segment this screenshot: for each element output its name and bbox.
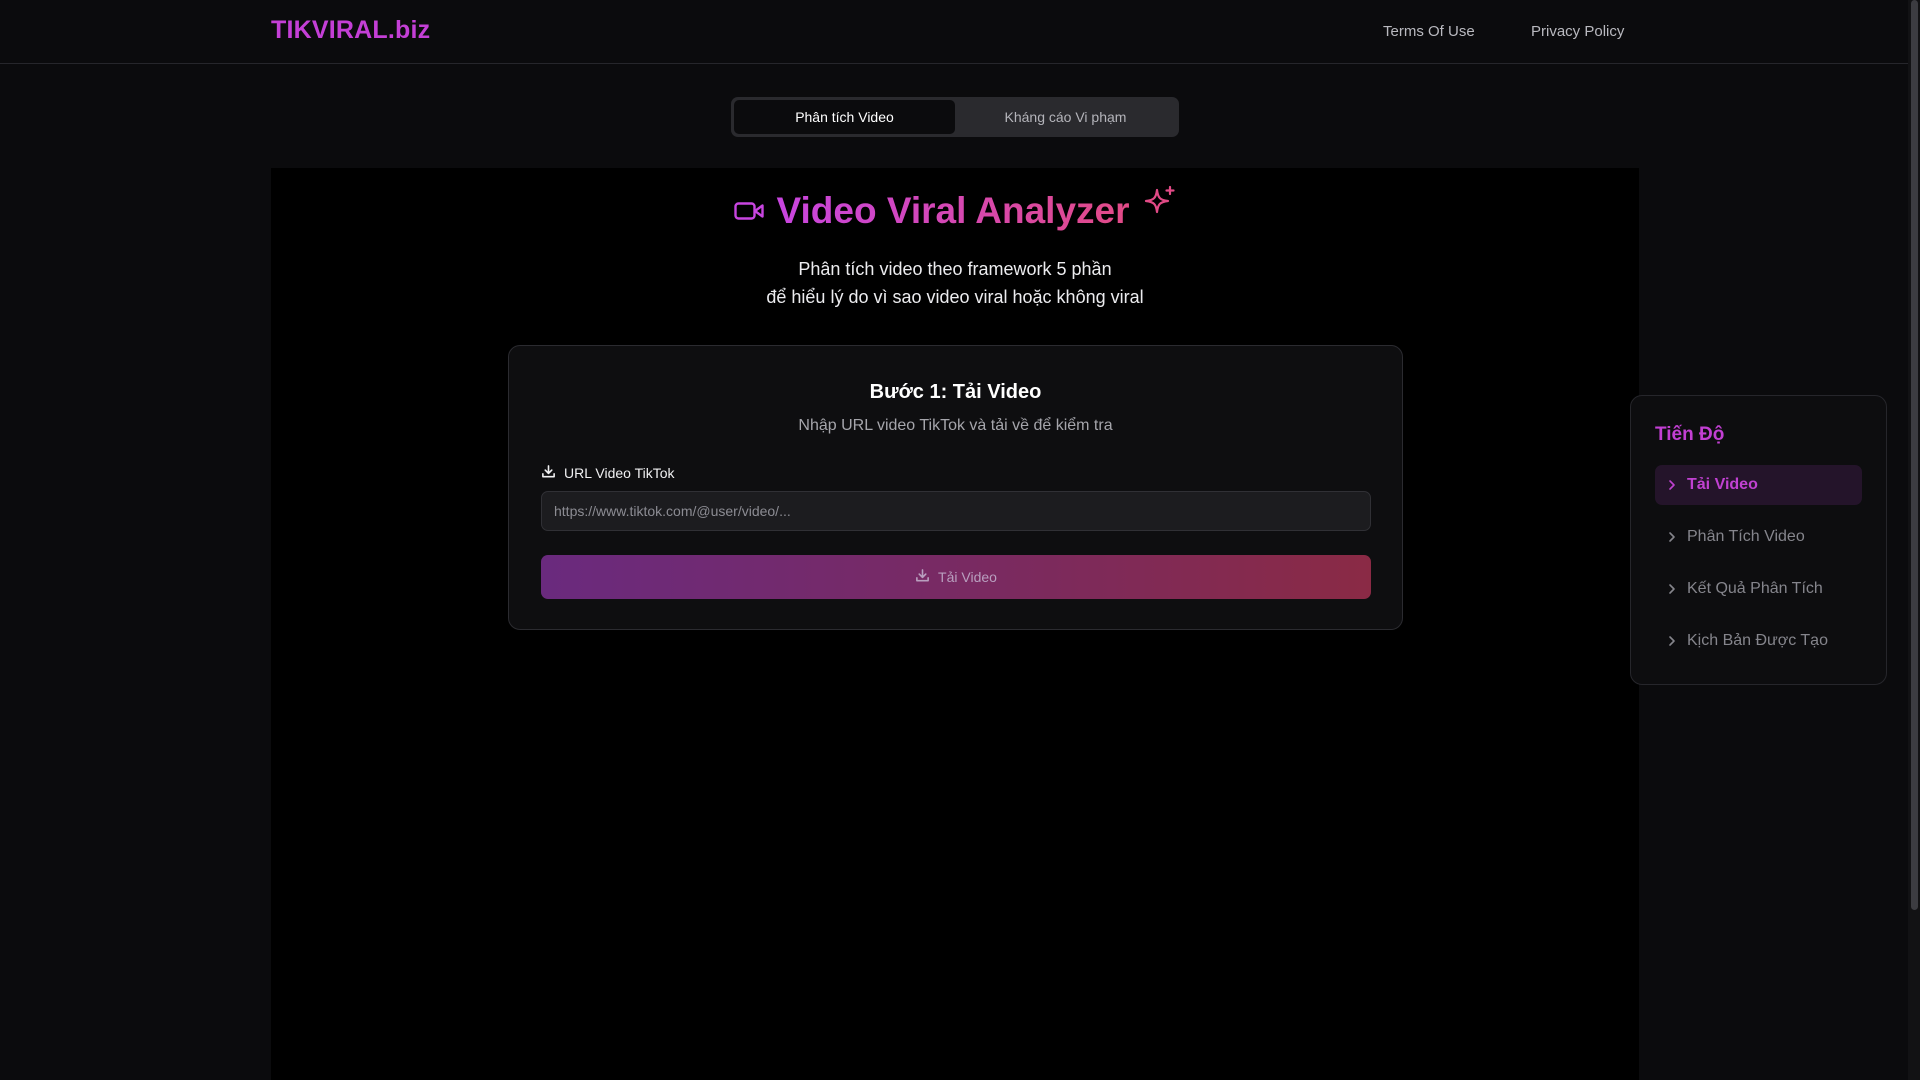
progress-title: Tiến Độ [1655, 424, 1725, 445]
url-field-label: URL Video TikTok [541, 464, 675, 482]
main-content: Video Viral Analyzer Phân tích video the… [271, 168, 1639, 1080]
tiktok-url-input[interactable] [541, 491, 1371, 531]
progress-step-label: Phân Tích Video [1687, 528, 1805, 545]
chevron-right-icon [1669, 636, 1675, 646]
top-navbar: TIKVIRAL.biz Terms Of Use Privacy Policy [0, 0, 1908, 64]
download-icon [541, 464, 556, 482]
progress-step-list: Tải Video Phân Tích Video Kết Quả Phân T… [1655, 465, 1862, 673]
chevron-right-icon [1669, 584, 1675, 594]
hero-subtitle-line2: để hiểu lý do vì sao video viral hoặc kh… [766, 287, 1144, 307]
download-video-button[interactable]: Tải Video [541, 555, 1371, 599]
tab-video-analysis[interactable]: Phân tích Video [734, 100, 955, 134]
hero-subtitle-line1: Phân tích video theo framework 5 phần [798, 259, 1112, 279]
mode-switch: Phân tích Video Kháng cáo Vi phạm [731, 97, 1179, 137]
terms-of-use-link[interactable]: Terms Of Use [1383, 23, 1475, 40]
progress-step-label: Tải Video [1687, 476, 1758, 493]
chevron-right-icon [1669, 532, 1675, 542]
brand-logo[interactable]: TIKVIRAL.biz [271, 16, 430, 45]
page-title: Video Viral Analyzer [776, 190, 1130, 231]
progress-step-analyze[interactable]: Phân Tích Video [1655, 517, 1862, 557]
url-field-label-text: URL Video TikTok [564, 465, 675, 481]
progress-step-label: Kịch Bản Được Tạo [1687, 632, 1828, 649]
chevron-right-icon [1669, 480, 1675, 490]
progress-sidebar: Tiến Độ Tải Video Phân Tích Video Kết Qu… [1630, 395, 1887, 685]
tab-violation-appeal[interactable]: Kháng cáo Vi phạm [955, 100, 1176, 134]
video-camera-icon [734, 199, 765, 223]
progress-step-label: Kết Quả Phân Tích [1687, 580, 1823, 597]
page: TIKVIRAL.biz Terms Of Use Privacy Policy… [0, 0, 1920, 1080]
sparkles-icon [1142, 185, 1176, 219]
scrollbar-thumb[interactable] [1911, 0, 1918, 910]
progress-step-download[interactable]: Tải Video [1655, 465, 1862, 505]
download-button-label: Tải Video [938, 569, 997, 585]
card-title: Bước 1: Tải Video [869, 381, 1042, 403]
progress-step-results[interactable]: Kết Quả Phân Tích [1655, 569, 1862, 609]
card-description: Nhập URL video TikTok và tải về để kiểm … [798, 417, 1113, 434]
privacy-policy-link[interactable]: Privacy Policy [1531, 23, 1624, 40]
download-step-card: Bước 1: Tải Video Nhập URL video TikTok … [508, 345, 1403, 630]
download-icon [915, 568, 930, 586]
progress-step-script[interactable]: Kịch Bản Được Tạo [1655, 621, 1862, 661]
hero-title-row: Video Viral Analyzer [271, 185, 1639, 232]
